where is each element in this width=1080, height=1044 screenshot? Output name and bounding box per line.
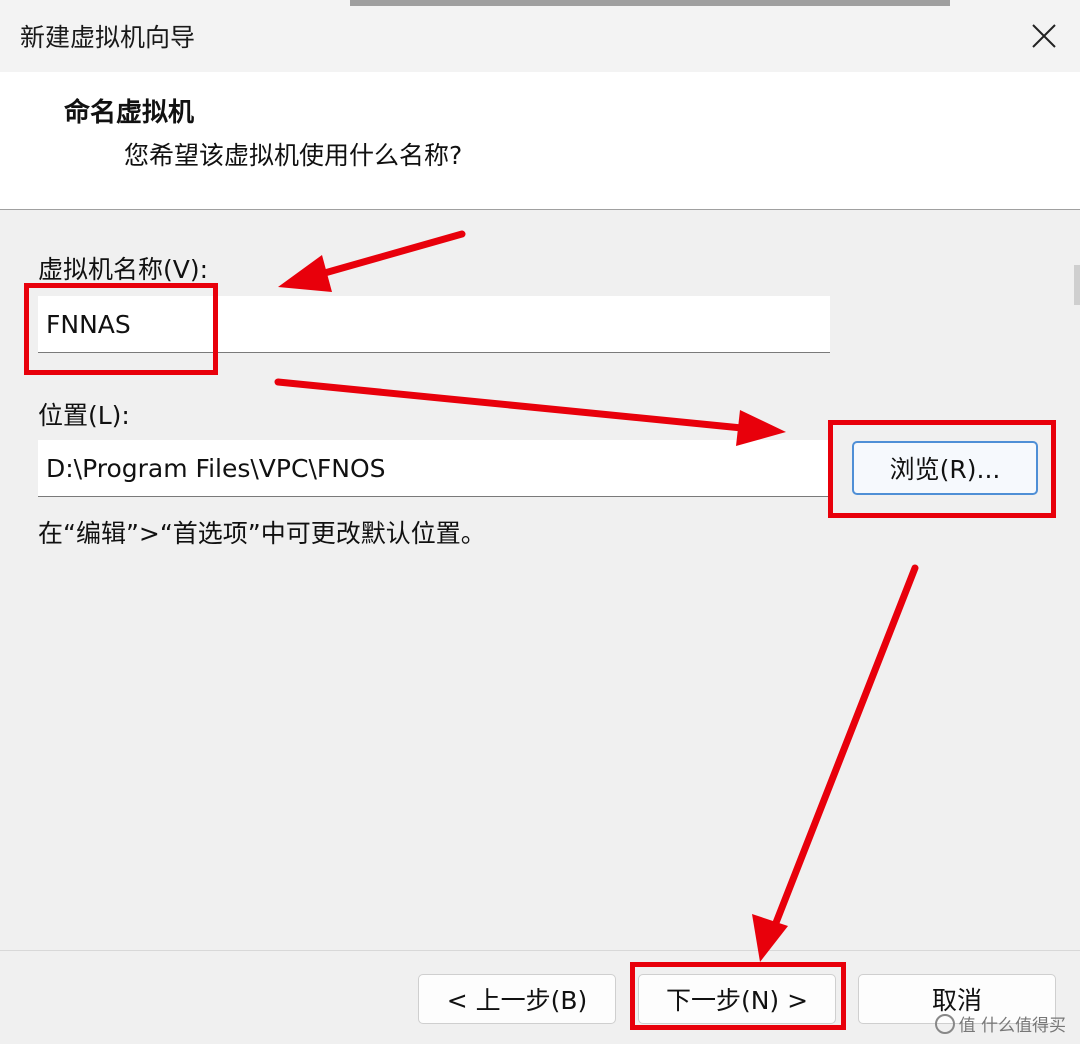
location-hint: 在“编辑”>“首选项”中可更改默认位置。	[38, 519, 486, 548]
background-strip	[350, 0, 950, 6]
close-button[interactable]	[1008, 0, 1080, 72]
arrow-to-name	[296, 230, 466, 284]
page-title: 命名虚拟机	[64, 98, 195, 128]
window-title: 新建虚拟机向导	[20, 23, 196, 52]
arrowhead-next	[752, 914, 788, 962]
footer-divider	[0, 950, 1080, 951]
wizard-header: 命名虚拟机 您希望该虚拟机使用什么名称?	[0, 72, 1080, 210]
arrow-to-next	[766, 564, 919, 942]
location-label: 位置(L):	[38, 401, 130, 430]
annotation-box-name	[24, 283, 218, 375]
arrow-to-browse	[274, 378, 766, 434]
vm-name-label: 虚拟机名称(V):	[38, 255, 209, 284]
location-input[interactable]	[38, 440, 830, 497]
watermark-logo-icon	[934, 1013, 955, 1034]
back-button[interactable]: < 上一步(B)	[418, 974, 616, 1024]
new-vm-wizard-window: 新建虚拟机向导 命名虚拟机 您希望该虚拟机使用什么名称? 虚拟机名称(V): 位…	[0, 0, 1080, 1044]
watermark: 值 什么值得买	[934, 1011, 1066, 1036]
annotation-box-next	[630, 962, 846, 1030]
annotation-box-browse	[828, 420, 1056, 518]
title-bar: 新建虚拟机向导	[0, 0, 1080, 72]
close-icon	[1032, 24, 1056, 48]
edge-strip	[1074, 265, 1080, 305]
arrowhead-name	[278, 255, 332, 292]
page-subtitle: 您希望该虚拟机使用什么名称?	[124, 141, 463, 170]
watermark-text: 值 什么值得买	[958, 1016, 1066, 1036]
